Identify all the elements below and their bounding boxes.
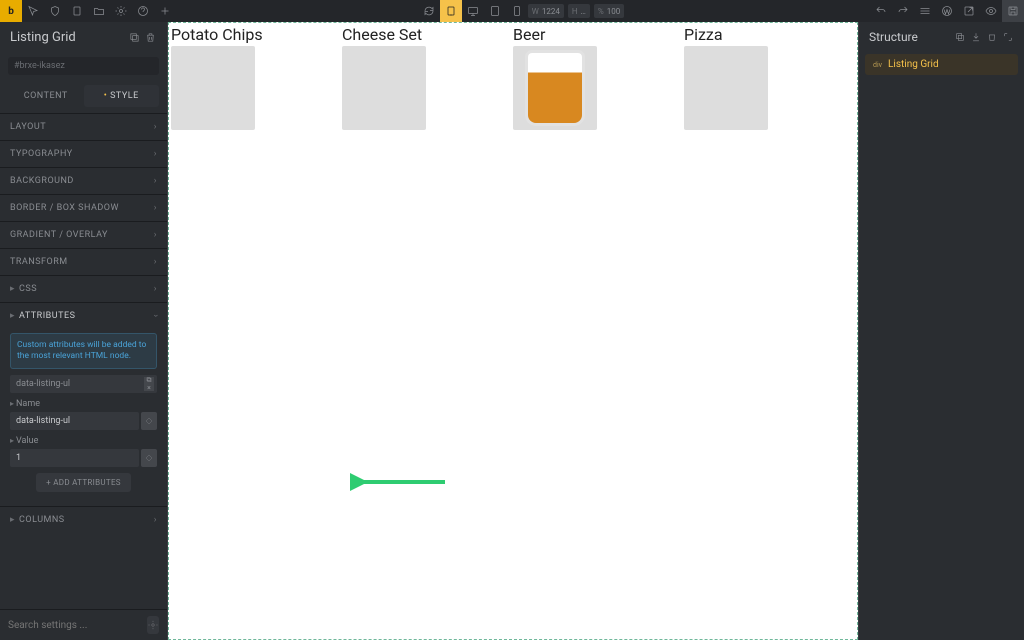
canvas[interactable]: Potato Chips Cheese Set Beer Pizza (168, 22, 858, 640)
item-image (684, 46, 768, 130)
section-layout[interactable]: LAYOUT› (0, 113, 167, 140)
attr-value-input[interactable] (10, 449, 139, 467)
element-id-box[interactable]: #brxe-ikasez (8, 57, 159, 75)
item-title: Beer (513, 25, 682, 44)
canvas-width-box[interactable]: W1224 (528, 4, 564, 18)
item-image (513, 46, 597, 130)
tree-item-type: div (873, 61, 882, 69)
element-title: Listing Grid (10, 30, 76, 45)
item-image (171, 46, 255, 130)
canvas-height-box[interactable]: H… (568, 4, 590, 18)
left-panel: Listing Grid #brxe-ikasez CONTENT STYLE … (0, 22, 168, 640)
shield-icon[interactable] (44, 0, 66, 22)
canvas-zoom-box[interactable]: %100 (594, 4, 624, 18)
breakpoint-mobile-icon[interactable] (506, 0, 528, 22)
pointer-icon[interactable] (22, 0, 44, 22)
wordpress-icon[interactable] (936, 0, 958, 22)
topbar: b W1224 H… %100 (0, 0, 1024, 22)
add-attributes-button[interactable]: + ADD ATTRIBUTES (36, 473, 131, 492)
list-item[interactable]: Potato Chips (171, 25, 342, 130)
list-item[interactable]: Beer (513, 25, 684, 130)
breakpoint-base-icon[interactable] (440, 0, 462, 22)
gear-icon[interactable] (110, 0, 132, 22)
clone-icon[interactable] (127, 31, 141, 45)
section-border[interactable]: BORDER / BOX SHADOW› (0, 194, 167, 221)
delete-icon[interactable] (143, 31, 157, 45)
attr-name-input[interactable] (10, 412, 139, 430)
refresh-icon[interactable] (418, 0, 440, 22)
attr-value-dynamic-icon[interactable] (141, 449, 157, 467)
attributes-note: Custom attributes will be added to the m… (10, 333, 157, 369)
tree-item-label: Listing Grid (888, 59, 939, 70)
section-transform[interactable]: TRANSFORM› (0, 248, 167, 275)
attr-name-label: Name (10, 399, 157, 409)
external-icon[interactable] (958, 0, 980, 22)
preview-icon[interactable] (980, 0, 1002, 22)
search-settings-input[interactable] (8, 620, 141, 631)
breakpoint-tablet-icon[interactable] (484, 0, 506, 22)
tab-content[interactable]: CONTENT (8, 85, 84, 107)
item-title: Potato Chips (171, 25, 340, 44)
right-panel: Structure div Listing Grid (858, 22, 1024, 640)
section-attributes-body: Custom attributes will be added to the m… (0, 329, 167, 506)
element-header: Listing Grid (0, 22, 167, 53)
left-footer (0, 609, 167, 640)
footer-gear-icon[interactable] (147, 616, 159, 634)
page-icon[interactable] (66, 0, 88, 22)
listing-grid-element[interactable]: Potato Chips Cheese Set Beer Pizza (168, 22, 858, 640)
copy-icon[interactable] (954, 31, 966, 43)
chip-remove-icon[interactable]: × (144, 384, 154, 391)
trash-icon[interactable] (986, 31, 998, 43)
attr-value-label: Value (10, 436, 157, 446)
save-icon[interactable] (1002, 0, 1024, 22)
section-background[interactable]: BACKGROUND› (0, 167, 167, 194)
tab-style[interactable]: STYLE (84, 85, 160, 107)
attr-name-dynamic-icon[interactable] (141, 412, 157, 430)
download-icon[interactable] (970, 31, 982, 43)
attribute-chip[interactable]: data-listing-ul ⧉ × (10, 375, 157, 393)
item-title: Cheese Set (342, 25, 511, 44)
section-columns[interactable]: COLUMNS› (0, 506, 167, 533)
redo-icon[interactable] (892, 0, 914, 22)
section-css[interactable]: CSS› (0, 275, 167, 302)
item-image (342, 46, 426, 130)
help-icon[interactable] (132, 0, 154, 22)
item-title: Pizza (684, 25, 853, 44)
section-gradient[interactable]: GRADIENT / OVERLAY› (0, 221, 167, 248)
undo-icon[interactable] (870, 0, 892, 22)
breakpoint-desktop-icon[interactable] (462, 0, 484, 22)
add-icon[interactable] (154, 0, 176, 22)
list-item[interactable]: Cheese Set (342, 25, 513, 130)
section-attributes[interactable]: ATTRIBUTES› (0, 302, 167, 329)
revisions-icon[interactable] (914, 0, 936, 22)
list-item[interactable]: Pizza (684, 25, 855, 130)
expand-icon[interactable] (1002, 31, 1014, 43)
structure-header: Structure (859, 22, 1024, 54)
structure-title: Structure (869, 30, 918, 44)
section-typography[interactable]: TYPOGRAPHY› (0, 140, 167, 167)
folder-icon[interactable] (88, 0, 110, 22)
app-logo[interactable]: b (0, 0, 22, 22)
tree-item-listing-grid[interactable]: div Listing Grid (865, 54, 1018, 75)
